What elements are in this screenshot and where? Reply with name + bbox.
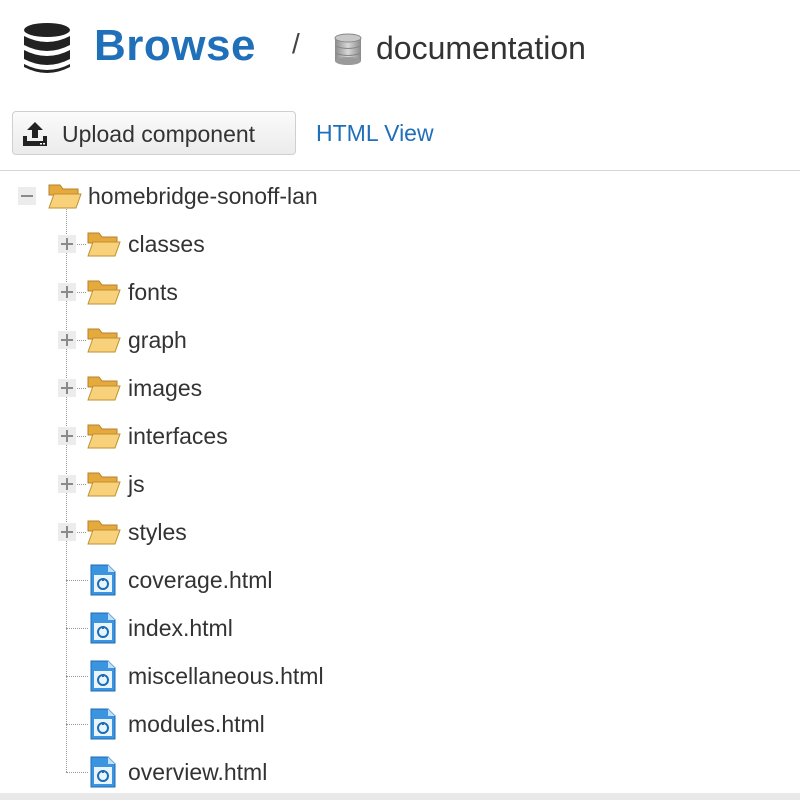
upload-button-label: Upload component bbox=[62, 121, 256, 147]
database-icon bbox=[24, 23, 70, 73]
divider bbox=[0, 170, 800, 171]
upload-icon bbox=[23, 122, 47, 146]
tree-folder[interactable]: graph bbox=[0, 316, 800, 364]
tree-root-label: homebridge-sonoff-lan bbox=[88, 183, 318, 209]
tree-folder[interactable]: fonts bbox=[0, 268, 800, 316]
folder-label: js bbox=[128, 471, 145, 497]
expand-toggle[interactable] bbox=[58, 523, 76, 541]
folder-label: styles bbox=[128, 519, 187, 545]
tree-connector bbox=[66, 580, 88, 581]
breadcrumb-repository[interactable]: documentation bbox=[376, 28, 586, 68]
toolbar: Upload component HTML View bbox=[0, 108, 800, 164]
file-label: coverage.html bbox=[128, 567, 273, 593]
tree-folder[interactable]: interfaces bbox=[0, 412, 800, 460]
folder-icon bbox=[87, 472, 121, 497]
file-label: modules.html bbox=[128, 711, 265, 737]
folder-label: graph bbox=[128, 327, 187, 353]
folder-label: classes bbox=[128, 231, 205, 257]
file-label: index.html bbox=[128, 615, 233, 641]
expand-toggle[interactable] bbox=[58, 283, 76, 301]
folder-icon bbox=[87, 520, 121, 545]
folder-icon bbox=[87, 280, 121, 305]
tree-connector bbox=[66, 772, 88, 773]
page-header: Browse / documentation bbox=[0, 0, 800, 100]
file-tree: homebridge-sonoff-lan classes fonts grap… bbox=[0, 172, 800, 792]
folder-label: interfaces bbox=[128, 423, 228, 449]
expand-toggle[interactable] bbox=[58, 475, 76, 493]
folder-icon bbox=[87, 376, 121, 401]
folder-icon bbox=[87, 424, 121, 449]
folder-label: images bbox=[128, 375, 203, 401]
tree-folder[interactable]: classes bbox=[0, 220, 800, 268]
tree-file[interactable]: modules.html bbox=[0, 700, 800, 748]
expand-toggle[interactable] bbox=[58, 427, 76, 445]
tree-folder[interactable]: js bbox=[0, 460, 800, 508]
tree-connector bbox=[66, 724, 88, 725]
expand-toggle[interactable] bbox=[58, 379, 76, 397]
tree-file[interactable]: miscellaneous.html bbox=[0, 652, 800, 700]
html-file-icon bbox=[90, 612, 116, 644]
file-label: miscellaneous.html bbox=[128, 663, 324, 689]
upload-component-button[interactable]: Upload component bbox=[12, 111, 296, 155]
tree-folder[interactable]: images bbox=[0, 364, 800, 412]
scroll-area-edge bbox=[0, 793, 800, 800]
folder-label: fonts bbox=[128, 279, 178, 305]
html-view-link[interactable]: HTML View bbox=[316, 118, 434, 148]
tree-folder[interactable]: styles bbox=[0, 508, 800, 556]
tree-file[interactable]: coverage.html bbox=[0, 556, 800, 604]
html-file-icon bbox=[90, 564, 116, 596]
expand-toggle[interactable] bbox=[58, 331, 76, 349]
html-file-icon bbox=[90, 708, 116, 740]
tree-connector bbox=[66, 628, 88, 629]
tree-file[interactable]: overview.html bbox=[0, 748, 800, 796]
folder-open-icon bbox=[48, 184, 82, 209]
expand-toggle[interactable] bbox=[58, 235, 76, 253]
folder-icon bbox=[87, 232, 121, 257]
page-title[interactable]: Browse bbox=[94, 18, 256, 74]
tree-root[interactable]: homebridge-sonoff-lan bbox=[0, 172, 800, 220]
breadcrumb-separator: / bbox=[292, 28, 300, 59]
repository-icon bbox=[334, 33, 362, 65]
collapse-toggle[interactable] bbox=[18, 187, 36, 205]
folder-icon bbox=[87, 328, 121, 353]
tree-connector bbox=[66, 676, 88, 677]
file-label: overview.html bbox=[128, 759, 268, 785]
tree-file[interactable]: index.html bbox=[0, 604, 800, 652]
html-file-icon bbox=[90, 756, 116, 788]
html-file-icon bbox=[90, 660, 116, 692]
